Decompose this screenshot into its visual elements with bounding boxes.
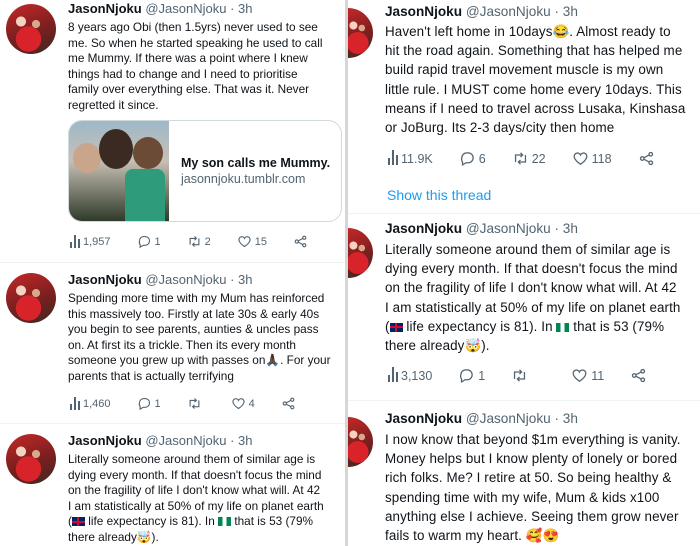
heart-icon xyxy=(232,398,245,410)
tweet-text: 8 years ago Obi (then 1.5yrs) never used… xyxy=(68,20,323,112)
tweet-header: JasonNjoku @JasonNjoku · 3h xyxy=(68,433,252,448)
share-icon xyxy=(639,151,653,166)
left-screenshot-panel: JasonNjoku @JasonNjoku · 3h 8 years ago … xyxy=(0,0,345,546)
nigeria-flag-icon xyxy=(556,322,570,332)
reply-icon xyxy=(460,369,474,384)
author-handle[interactable]: @JasonNjoku xyxy=(466,221,551,236)
tweet-actions: 1,957 1 2 15 xyxy=(70,234,334,249)
views-button[interactable]: 1,460 xyxy=(70,397,111,410)
like-button[interactable]: 15 xyxy=(237,234,267,249)
tweet-actions: 11.9K 6 22 118 xyxy=(388,150,681,167)
card-title: My son calls me Mummy. xyxy=(181,156,331,170)
views-icon xyxy=(70,397,80,410)
retweet-icon xyxy=(189,398,200,409)
uk-flag-icon xyxy=(389,322,403,332)
share-button[interactable] xyxy=(281,396,296,411)
card-domain: jasonnjoku.tumblr.com xyxy=(181,172,306,186)
retweet-button[interactable] xyxy=(511,367,531,384)
heart-icon xyxy=(238,236,251,248)
views-button[interactable]: 11.9K xyxy=(388,150,433,166)
avatar[interactable] xyxy=(6,434,56,484)
reply-button[interactable]: 1 xyxy=(458,367,485,384)
author-name[interactable]: JasonNjoku xyxy=(385,4,462,19)
show-thread-link[interactable]: Show this thread xyxy=(387,187,491,203)
avatar[interactable] xyxy=(348,228,373,278)
retweet-icon xyxy=(514,152,526,165)
right-screenshot-panel: JasonNjoku @JasonNjoku · 3h Haven't left… xyxy=(345,0,700,546)
card-thumbnail xyxy=(69,121,169,221)
author-handle[interactable]: @JasonNjoku xyxy=(145,272,226,287)
tweet-time[interactable]: · 3h xyxy=(554,221,577,236)
author-handle[interactable]: @JasonNjoku xyxy=(145,1,226,16)
avatar[interactable] xyxy=(348,8,373,58)
tweet-text: Literally someone around them of similar… xyxy=(68,452,324,544)
tweet[interactable]: JasonNjoku @JasonNjoku · 3h I now know t… xyxy=(348,401,700,546)
author-name[interactable]: JasonNjoku xyxy=(385,221,462,236)
tweet-time[interactable]: · 3h xyxy=(230,272,252,287)
tweet-actions: 1,460 1 4 xyxy=(70,396,322,411)
like-button[interactable]: 118 xyxy=(572,150,612,167)
tweet-time[interactable]: · 3h xyxy=(230,433,252,448)
retweet-icon xyxy=(514,369,526,382)
views-icon xyxy=(70,235,80,248)
tweet-text: I now know that beyond $1m everything is… xyxy=(385,432,681,544)
tweet-header: JasonNjoku @JasonNjoku · 3h xyxy=(385,4,578,19)
author-name[interactable]: JasonNjoku xyxy=(68,272,142,287)
views-button[interactable]: 3,130 xyxy=(388,367,432,383)
avatar[interactable] xyxy=(6,273,56,323)
author-name[interactable]: JasonNjoku xyxy=(385,411,462,426)
tweet-text: Haven't left home in 10days😂. Almost rea… xyxy=(385,24,686,136)
share-button[interactable] xyxy=(630,367,647,384)
tweet-time[interactable]: · 3h xyxy=(554,411,577,426)
tweet-header: JasonNjoku @JasonNjoku · 3h xyxy=(385,221,578,236)
retweet-button[interactable] xyxy=(187,396,205,411)
tweet-header: JasonNjoku @JasonNjoku · 3h xyxy=(68,272,252,287)
like-button[interactable]: 4 xyxy=(231,396,255,411)
like-button[interactable]: 11 xyxy=(571,367,604,384)
retweet-button[interactable]: 22 xyxy=(512,150,546,167)
tweet[interactable]: JasonNjoku @JasonNjoku · 3h Spending mor… xyxy=(0,263,345,423)
author-name[interactable]: JasonNjoku xyxy=(68,1,142,16)
views-icon xyxy=(388,150,398,165)
tweet-time[interactable]: · 3h xyxy=(554,4,577,19)
heart-icon xyxy=(573,152,588,165)
retweet-icon xyxy=(189,236,200,247)
tweet[interactable]: JasonNjoku @JasonNjoku · 3h Haven't left… xyxy=(348,0,700,212)
author-name[interactable]: JasonNjoku xyxy=(68,433,142,448)
views-button[interactable]: 1,957 xyxy=(70,235,111,248)
reply-button[interactable]: 1 xyxy=(137,234,161,249)
avatar[interactable] xyxy=(6,4,56,54)
reply-icon xyxy=(138,235,150,249)
link-preview-card[interactable]: My son calls me Mummy. jasonnjoku.tumblr… xyxy=(68,120,342,222)
reply-button[interactable]: 6 xyxy=(459,150,486,167)
share-icon xyxy=(294,235,307,248)
tweet[interactable]: JasonNjoku @JasonNjoku · 3h Literally so… xyxy=(0,424,345,546)
share-button[interactable] xyxy=(638,150,655,167)
reply-icon xyxy=(460,152,474,167)
tweet-actions: 3,130 1 11 xyxy=(388,367,673,384)
reply-button[interactable]: 1 xyxy=(137,396,161,411)
reply-icon xyxy=(138,397,150,411)
author-handle[interactable]: @JasonNjoku xyxy=(466,411,551,426)
share-icon xyxy=(632,368,646,383)
tweet-text: Spending more time with my Mum has reinf… xyxy=(68,291,331,383)
tweet[interactable]: JasonNjoku @JasonNjoku · 3h Literally so… xyxy=(348,214,700,400)
author-handle[interactable]: @JasonNjoku xyxy=(145,433,226,448)
avatar[interactable] xyxy=(348,417,373,467)
author-handle[interactable]: @JasonNjoku xyxy=(466,4,551,19)
uk-flag-icon xyxy=(71,517,85,527)
tweet-time[interactable]: · 3h xyxy=(230,1,252,16)
tweet-text: Literally someone around them of similar… xyxy=(385,242,681,354)
nigeria-flag-icon xyxy=(218,517,232,527)
tweet[interactable]: JasonNjoku @JasonNjoku · 3h 8 years ago … xyxy=(0,0,345,262)
share-icon xyxy=(282,397,295,410)
tweet-header: JasonNjoku @JasonNjoku · 3h xyxy=(385,411,578,426)
tweet-header: JasonNjoku @JasonNjoku · 3h xyxy=(68,1,252,16)
heart-icon xyxy=(572,369,587,382)
share-button[interactable] xyxy=(293,234,308,249)
views-icon xyxy=(388,367,398,382)
retweet-button[interactable]: 2 xyxy=(187,234,211,249)
